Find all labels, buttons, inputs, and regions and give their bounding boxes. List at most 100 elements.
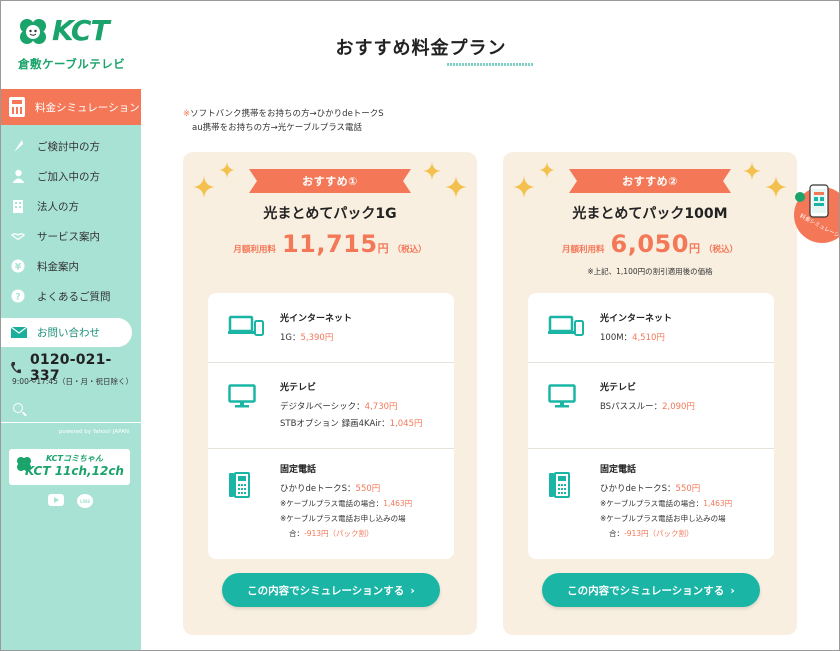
service-tv: 光テレビ デジタルベーシック：4,730円 STBオプション 録画4KAir：1… (208, 362, 454, 448)
carrier-note-line2: au携帯をお持ちの方→光ケーブルプラス電話 (192, 123, 363, 133)
plan-name: 光まとめてパック1G (263, 206, 397, 222)
svg-text:?: ? (15, 293, 20, 303)
service-list: 光インターネット 100M：4,510円 光テレビ BSパススルー：2,090円… (528, 293, 774, 559)
service-line: デジタルベーシック：4,730円 (280, 402, 398, 412)
sidebar-item-members[interactable]: ご加入中の方 (0, 161, 141, 191)
logo-brand: KCT (52, 14, 110, 47)
sidebar-item-label: 料金案内 (37, 260, 79, 273)
service-note: ※ケーブルプラス電話の場合：1,463円 (280, 499, 413, 508)
sparkle-icon (765, 176, 787, 198)
plan-card-2: おすすめ② 光まとめてパック100M 月額利用料 6,050 円 （税込） ※上… (503, 152, 797, 635)
laptop-icon (548, 315, 584, 336)
chevron-right-icon: › (410, 583, 415, 597)
business-hours: 9:00〜17:45（日・月・祝日除く） (12, 377, 133, 386)
powered-by-text: powered by Yahoo! JAPAN (58, 429, 129, 435)
service-line: BSパススルー：2,090円 (600, 402, 695, 412)
price-prefix: 月額利用料 (233, 245, 276, 255)
service-line: STBオプション 録画4KAir：1,045円 (280, 419, 423, 429)
yen-icon: ¥ (11, 259, 25, 273)
service-list: 光インターネット 1G：5,390円 光テレビ デジタルベーシック：4,730円… (208, 293, 454, 559)
sidebar-item-considering[interactable]: ご検討中の方 (0, 131, 141, 161)
price-prefix: 月額利用料 (562, 245, 605, 255)
logo[interactable]: KCT 倉敷ケーブルテレビ (0, 0, 141, 89)
service-title: 固定電話 (280, 465, 317, 475)
sidebar-item-label: よくあるご質問 (37, 290, 111, 303)
contact-label: お問い合わせ (37, 327, 100, 339)
simulate-button-2[interactable]: この内容でシミュレーションする › (542, 573, 760, 607)
service-title: 固定電話 (600, 465, 637, 475)
price-tax: （税込） (703, 245, 738, 255)
sparkle-icon (445, 176, 467, 198)
phone-icon (10, 362, 21, 374)
leaf-icon (11, 139, 25, 153)
recommend-badge: おすすめ② (569, 169, 731, 193)
service-note: 合：-913円（パック割） (609, 529, 694, 538)
service-line: 100M：4,510円 (600, 333, 665, 343)
service-line: ひかりdeトークS：550円 (600, 484, 701, 494)
page-title: おすすめ料金プラン (335, 38, 507, 59)
search-icon (13, 403, 23, 413)
sidebar-item-pricing[interactable]: ¥ 料金案内 (0, 251, 141, 281)
sidebar-item-label: サービス案内 (37, 230, 100, 243)
service-note: 合：-913円（パック割） (289, 529, 374, 538)
price-tax: （税込） (392, 245, 427, 255)
service-title: 光インターネット (280, 314, 353, 324)
sparkle-icon (513, 176, 535, 198)
recommend-badge: おすすめ① (249, 169, 411, 193)
tv-icon (228, 384, 256, 408)
search-underline (0, 422, 141, 423)
sidebar-item-faq[interactable]: ? よくあるご質問 (0, 281, 141, 311)
chevron-right-icon: › (730, 583, 735, 597)
sidebar: KCT 倉敷ケーブルテレビ 料金シミュレーション ご検討中の方 ご加入中の方 法… (0, 0, 141, 651)
sparkle-icon (423, 162, 441, 180)
youtube-icon[interactable] (48, 494, 64, 506)
sparkle-icon (219, 162, 235, 178)
sparkle-icon (743, 162, 761, 180)
line-app-icon[interactable]: LINE (77, 494, 93, 508)
clover-logo-icon (20, 19, 46, 44)
service-internet: 光インターネット 1G：5,390円 (208, 293, 454, 362)
plan-card-1: おすすめ① 光まとめてパック1G 月額利用料 11,715 円 （税込） 光イン… (183, 152, 477, 635)
sidebar-simulation-label: 料金シミュレーション (35, 101, 140, 114)
plan-price: 月額利用料 11,715 円 （税込） (183, 230, 477, 258)
service-phone: 固定電話 ひかりdeトークS：550円 ※ケーブルプラス電話の場合：1,463円… (528, 448, 774, 559)
service-line: ひかりdeトークS：550円 (280, 484, 381, 494)
price-yen: 円 (688, 242, 700, 255)
service-line: 1G：5,390円 (280, 333, 334, 343)
tv-icon (548, 384, 576, 408)
service-note: ※ケーブルプラス電話の場合：1,463円 (600, 499, 733, 508)
sidebar-simulation-button[interactable]: 料金シミュレーション (0, 89, 141, 125)
price-amount: 6,050 (610, 230, 689, 258)
title-decoration (447, 63, 533, 66)
carrier-note: ※ソフトバンク携帯をお持ちの方→ひかりdeトークS au携帯をお持ちの方→光ケー… (183, 107, 384, 135)
kct-channel-banner[interactable]: KCTコミちゃん KCT 11ch,12ch (9, 449, 130, 485)
service-note: ※ケーブルプラス電話お申し込みの場 (600, 514, 726, 523)
fixed-phone-icon (549, 472, 570, 498)
sidebar-item-label: 法人の方 (37, 200, 79, 213)
service-title: 光テレビ (280, 383, 317, 393)
sidebar-item-corporate[interactable]: 法人の方 (0, 191, 141, 221)
clover-icon (17, 457, 31, 471)
building-icon (11, 199, 25, 213)
envelope-icon (11, 327, 27, 338)
service-tv: 光テレビ BSパススルー：2,090円 (528, 362, 774, 448)
sidebar-item-services[interactable]: サービス案内 (0, 221, 141, 251)
sparkle-icon (193, 176, 215, 198)
sidebar-item-label: ご加入中の方 (37, 170, 100, 183)
sparkle-icon (539, 162, 555, 178)
laptop-icon (228, 315, 264, 336)
plan-name: 光まとめてパック100M (572, 206, 728, 222)
contact-button[interactable]: お問い合わせ (0, 318, 132, 347)
service-note: ※ケーブルプラス電話お申し込みの場 (280, 514, 406, 523)
service-phone: 固定電話 ひかりdeトークS：550円 ※ケーブルプラス電話の場合：1,463円… (208, 448, 454, 559)
service-title: 光テレビ (600, 383, 637, 393)
handshake-icon (11, 229, 25, 243)
floating-simulation-button[interactable]: 料金シミュレーション (792, 183, 840, 247)
carrier-note-line1: ※ソフトバンク携帯をお持ちの方→ひかりdeトークS (183, 109, 384, 119)
price-note: ※上記、1,100円の割引適用後の価格 (587, 267, 713, 276)
search-input[interactable] (0, 394, 141, 425)
calculator-icon (9, 97, 25, 117)
person-icon (11, 169, 25, 183)
simulate-button-1[interactable]: この内容でシミュレーションする › (222, 573, 440, 607)
price-amount: 11,715 (281, 230, 378, 258)
